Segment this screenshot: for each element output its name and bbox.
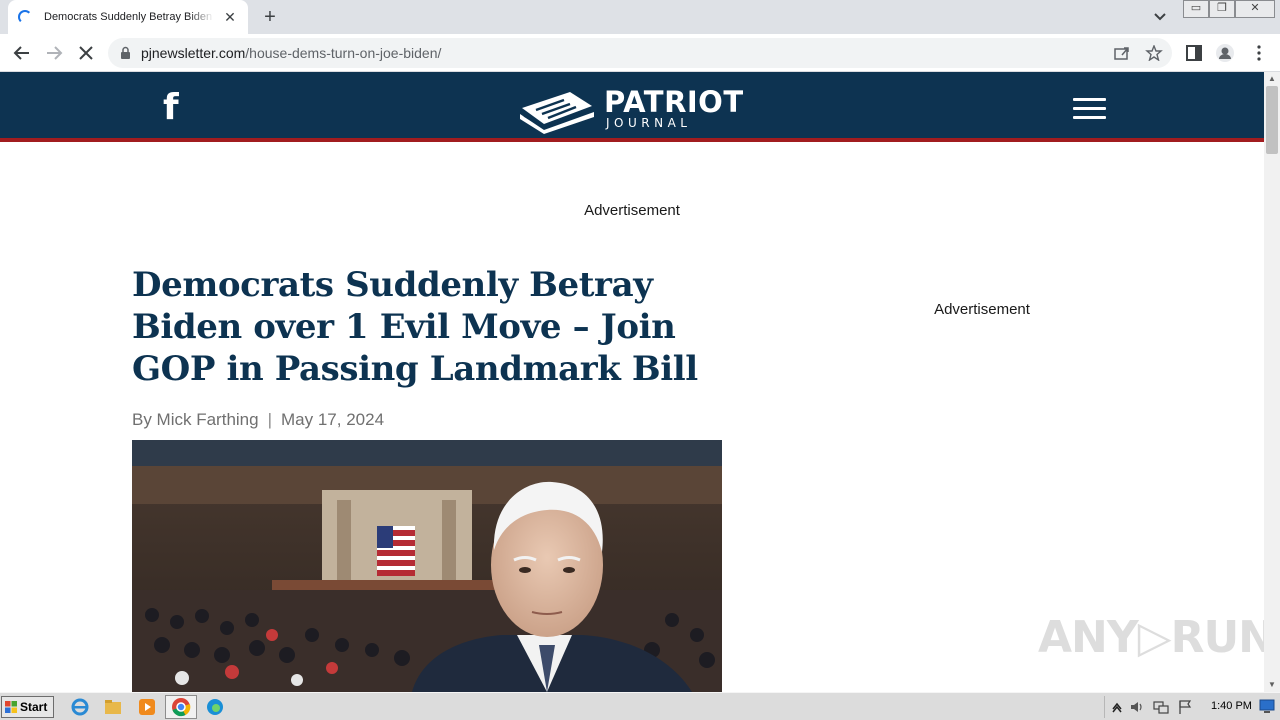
scrollbar-thumb[interactable] bbox=[1266, 86, 1278, 154]
scroll-up-arrow-icon[interactable]: ▲ bbox=[1264, 72, 1280, 86]
advertisement-label-top: Advertisement bbox=[584, 202, 680, 219]
page-scrollbar[interactable]: ▲ ▼ bbox=[1264, 72, 1280, 692]
url-host: pjnewsletter.com bbox=[141, 45, 246, 61]
publish-date: May 17, 2024 bbox=[281, 410, 385, 429]
chrome-taskbar-button[interactable] bbox=[165, 695, 197, 719]
taskbar-clock[interactable]: 1:40 PM bbox=[1211, 700, 1252, 712]
back-arrow-icon[interactable] bbox=[10, 41, 34, 65]
url-path: /house-dems-turn-on-joe-biden/ bbox=[245, 45, 442, 61]
site-header: f PATRIOT JOURNAL bbox=[0, 72, 1264, 142]
tab-search-icon[interactable] bbox=[1150, 8, 1170, 26]
windows-taskbar: Start 1:40 PM bbox=[0, 692, 1280, 720]
scroll-down-arrow-icon[interactable]: ▼ bbox=[1264, 678, 1280, 692]
newspaper-icon bbox=[520, 92, 594, 134]
close-window-button[interactable]: ✕ bbox=[1235, 0, 1275, 18]
media-player-icon[interactable] bbox=[137, 698, 157, 716]
start-button[interactable]: Start bbox=[1, 696, 54, 718]
chrome-icon bbox=[172, 698, 191, 717]
side-panel-icon[interactable] bbox=[1184, 43, 1204, 63]
internet-explorer-icon[interactable] bbox=[70, 698, 90, 716]
anyrun-watermark: ANY▷RUN bbox=[1038, 612, 1264, 663]
byline-separator: | bbox=[267, 410, 273, 429]
share-icon[interactable] bbox=[1113, 45, 1131, 61]
article-byline: By Mick Farthing | May 17, 2024 bbox=[132, 410, 384, 430]
file-explorer-icon[interactable] bbox=[103, 698, 123, 716]
address-bar[interactable]: pjnewsletter.com/house-dems-turn-on-joe-… bbox=[108, 38, 1172, 68]
tab-title: Democrats Suddenly Betray Biden over 1 E… bbox=[44, 11, 214, 23]
browser-toolbar: pjnewsletter.com/house-dems-turn-on-joe-… bbox=[0, 34, 1280, 72]
article-hero-image bbox=[132, 440, 722, 692]
stop-loading-icon[interactable] bbox=[74, 41, 98, 65]
minimize-button[interactable]: ▭ bbox=[1183, 0, 1209, 18]
action-center-flag-icon[interactable] bbox=[1177, 699, 1193, 715]
edge-icon[interactable] bbox=[205, 698, 225, 716]
system-tray: 1:40 PM bbox=[1104, 696, 1252, 718]
browser-tab[interactable]: Democrats Suddenly Betray Biden over 1 E… bbox=[8, 0, 248, 34]
lock-icon[interactable] bbox=[120, 46, 131, 60]
advertisement-label-sidebar: Advertisement bbox=[934, 301, 1030, 318]
tab-strip: Democrats Suddenly Betray Biden over 1 E… bbox=[0, 0, 1280, 34]
profile-avatar-icon[interactable] bbox=[1215, 43, 1235, 63]
loading-spinner-icon bbox=[18, 10, 32, 24]
logo-subtitle: JOURNAL bbox=[606, 116, 692, 130]
tab-close-button[interactable]: ✕ bbox=[222, 9, 238, 26]
forward-arrow-icon[interactable] bbox=[42, 41, 66, 65]
show-hidden-icons-icon[interactable] bbox=[1109, 699, 1125, 715]
restore-button[interactable]: ❐ bbox=[1209, 0, 1235, 18]
author-link[interactable]: By Mick Farthing bbox=[132, 410, 259, 429]
article-headline: Democrats Suddenly Betray Biden over 1 E… bbox=[132, 265, 698, 389]
url-text[interactable]: pjnewsletter.com/house-dems-turn-on-joe-… bbox=[141, 45, 441, 61]
network-icon[interactable] bbox=[1153, 699, 1169, 715]
facebook-icon[interactable]: f bbox=[163, 88, 179, 128]
menu-kebab-icon[interactable] bbox=[1249, 43, 1269, 63]
volume-icon[interactable] bbox=[1129, 699, 1145, 715]
start-label: Start bbox=[20, 700, 48, 714]
new-tab-button[interactable]: + bbox=[258, 6, 282, 28]
show-desktop-icon[interactable] bbox=[1258, 697, 1276, 715]
patriot-journal-logo[interactable]: PATRIOT JOURNAL bbox=[518, 84, 748, 134]
windows-logo-icon bbox=[5, 701, 17, 713]
bookmark-star-icon[interactable] bbox=[1145, 45, 1163, 61]
hamburger-menu-icon[interactable] bbox=[1073, 98, 1106, 120]
logo-wordmark: PATRIOT bbox=[604, 85, 744, 119]
page-viewport: f PATRIOT JOURNAL Advertisement Advertis… bbox=[0, 72, 1264, 692]
